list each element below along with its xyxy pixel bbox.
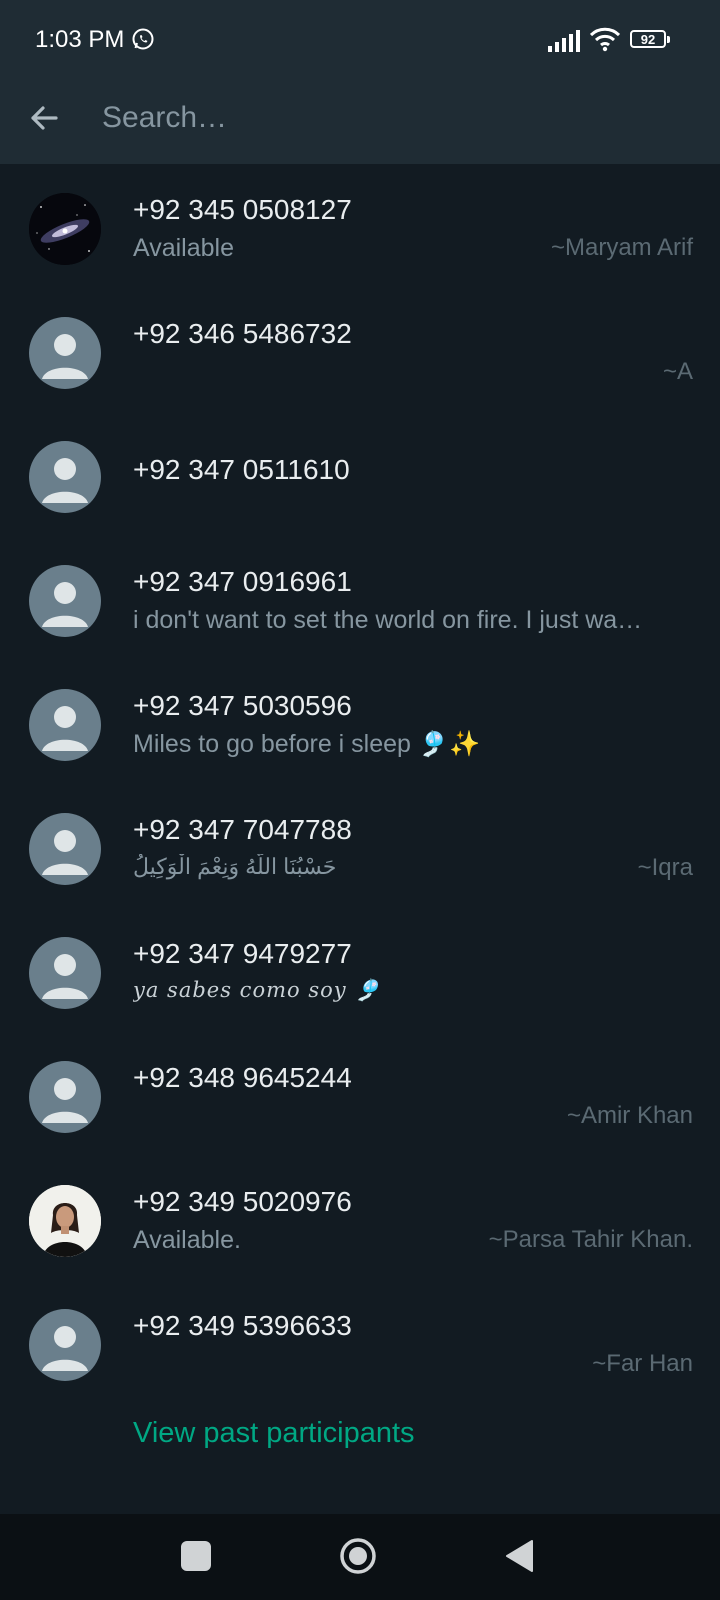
participant-row[interactable]: +92 347 0916961 i don't want to set the … — [0, 536, 720, 660]
participant-number: +92 345 0508127 — [133, 194, 352, 225]
participant-number: +92 347 9479277 — [133, 938, 352, 969]
participant-number: +92 349 5396633 — [133, 1310, 352, 1341]
search-input[interactable] — [100, 96, 684, 140]
status-time: 1:03 PM — [35, 26, 125, 53]
participant-number: +92 349 5020976 — [133, 1186, 352, 1217]
search-header — [0, 80, 720, 164]
participant-status: Miles to go before i sleep 🎐✨ — [133, 730, 481, 758]
participant-row[interactable]: +92 349 5396633 ~Far Han — [0, 1280, 720, 1404]
participant-status: حَسْبُنَا اللَّهُ وَنِعْمَ الْوَكِيلُ — [133, 854, 337, 879]
avatar-person-photo[interactable] — [29, 1185, 101, 1257]
recents-square-icon[interactable] — [181, 1541, 211, 1571]
participant-pushname: ~A — [662, 358, 693, 385]
signal-icon — [548, 30, 580, 52]
participant-row[interactable]: +92 348 9645244 ~Amir Khan — [0, 1032, 720, 1156]
participant-pushname: ~Parsa Tahir Khan. — [488, 1226, 693, 1253]
participant-number: +92 346 5486732 — [133, 318, 352, 349]
participant-number: +92 347 0916961 — [133, 566, 352, 597]
participant-number: +92 347 7047788 — [133, 814, 352, 845]
participant-pushname: ~Maryam Arif — [550, 234, 693, 261]
battery-level: 92 — [630, 30, 666, 48]
default-avatar-icon[interactable] — [29, 317, 101, 389]
participant-pushname: ~Iqra — [637, 854, 693, 881]
participant-status: Available. — [133, 1226, 241, 1254]
participant-number: +92 347 0511610 — [133, 454, 350, 485]
battery-tip — [667, 36, 670, 43]
arrow-left-icon[interactable] — [26, 100, 62, 136]
view-past-participants-link[interactable]: View past participants — [133, 1417, 415, 1450]
participant-pushname: ~Amir Khan — [566, 1102, 693, 1129]
participant-row[interactable]: +92 346 5486732 ~A — [0, 288, 720, 412]
default-avatar-icon[interactable] — [29, 689, 101, 761]
wifi-icon — [590, 27, 620, 52]
participants-list: +92 345 0508127 Available ~Maryam Arif +… — [0, 164, 720, 1404]
default-avatar-icon[interactable] — [29, 937, 101, 1009]
participant-row[interactable]: +92 349 5020976 Available. ~Parsa Tahir … — [0, 1156, 720, 1280]
default-avatar-icon[interactable] — [29, 565, 101, 637]
participant-row[interactable]: +92 347 9479277 ya sabes como soy 🎐 — [0, 908, 720, 1032]
battery-icon: 92 — [630, 30, 672, 50]
back-triangle-icon[interactable] — [505, 1539, 535, 1573]
participant-pushname: ~Far Han — [592, 1350, 693, 1377]
participant-row[interactable]: +92 347 7047788 حَسْبُنَا اللَّهُ وَنِعْ… — [0, 784, 720, 908]
participant-status: i don't want to set the world on fire. I… — [133, 606, 643, 634]
default-avatar-icon[interactable] — [29, 813, 101, 885]
default-avatar-icon[interactable] — [29, 441, 101, 513]
whatsapp-icon — [132, 28, 154, 50]
participant-row[interactable]: +92 347 0511610 — [0, 412, 720, 536]
participant-status: ya sabes como soy 🎐 — [133, 978, 382, 1002]
avatar-galaxy-photo[interactable] — [29, 193, 101, 265]
default-avatar-icon[interactable] — [29, 1061, 101, 1133]
participant-row[interactable]: +92 345 0508127 Available ~Maryam Arif — [0, 164, 720, 288]
participant-number: +92 347 5030596 — [133, 690, 352, 721]
participant-number: +92 348 9645244 — [133, 1062, 352, 1093]
home-circle-icon[interactable] — [339, 1537, 377, 1575]
default-avatar-icon[interactable] — [29, 1309, 101, 1381]
participant-row[interactable]: +92 347 5030596 Miles to go before i sle… — [0, 660, 720, 784]
status-bar: 1:03 PM 92 — [0, 0, 720, 80]
